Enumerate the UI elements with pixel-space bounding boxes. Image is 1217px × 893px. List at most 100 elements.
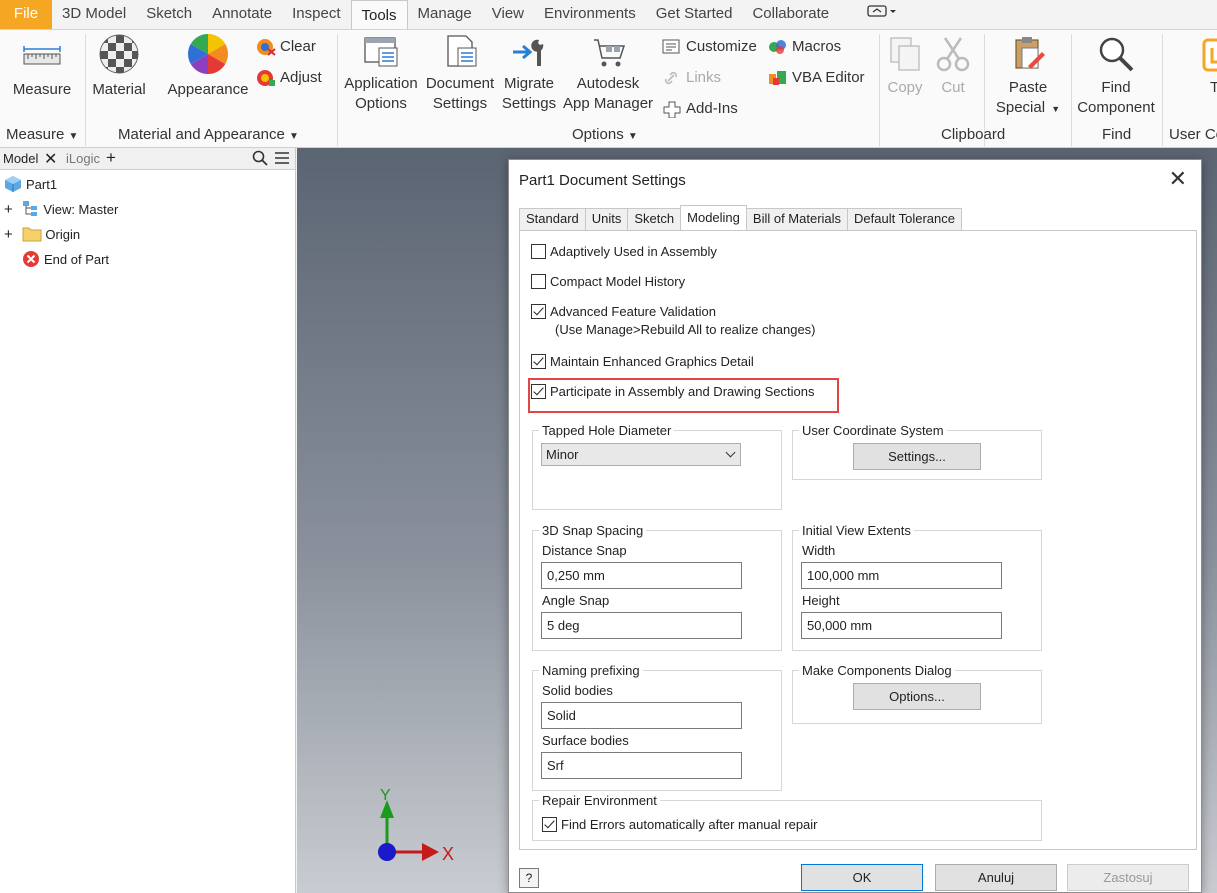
tab-3d-model[interactable]: 3D Model — [52, 0, 136, 29]
find-errors-checkbox[interactable]: Find Errors automatically after manual r… — [542, 817, 818, 832]
make-components-options-button[interactable]: Options... — [853, 683, 981, 710]
tab-default-tolerance[interactable]: Default Tolerance — [847, 208, 962, 230]
cancel-button[interactable]: Anuluj — [935, 864, 1057, 891]
menu-icon[interactable] — [274, 150, 290, 169]
add-tab-icon[interactable]: + — [106, 148, 116, 168]
cut-button[interactable]: Cut — [930, 34, 976, 98]
tab-tools[interactable]: Tools — [350, 0, 408, 29]
application-options-label-1: Application — [344, 75, 418, 92]
tab-sketch[interactable]: Sketch — [136, 0, 202, 29]
tab-environments[interactable]: Environments — [534, 0, 646, 29]
group-material-appearance[interactable]: Material and Appearance ▼ — [118, 126, 299, 143]
end-of-part-icon — [23, 251, 39, 267]
group-legend: User Coordinate System — [799, 423, 947, 438]
adaptively-used-checkbox[interactable]: Adaptively Used in Assembly — [531, 244, 717, 259]
width-input[interactable]: 100,000 mm — [801, 562, 1002, 589]
angle-snap-input[interactable]: 5 deg — [541, 612, 742, 639]
expand-icon[interactable]: + — [4, 201, 13, 218]
tab-sketch[interactable]: Sketch — [627, 208, 682, 230]
tree-item-label: View: Master — [43, 202, 119, 217]
folder-icon — [22, 227, 42, 242]
appearance-label: Appearance — [167, 81, 249, 98]
apply-button[interactable]: Zastosuj — [1067, 864, 1189, 891]
vba-editor-icon — [769, 71, 786, 86]
tab-bill-of-materials[interactable]: Bill of Materials — [745, 208, 849, 230]
tab-model[interactable]: Model — [3, 151, 38, 166]
ok-button[interactable]: OK — [801, 864, 923, 891]
macros-button[interactable]: Macros — [768, 37, 841, 57]
customize-button[interactable]: Customize — [662, 37, 757, 57]
app-manager-button[interactable]: Autodesk App Manager — [560, 34, 656, 114]
measure-icon — [23, 46, 61, 65]
tree-item-origin[interactable]: + Origin — [4, 225, 80, 245]
clear-appearance-icon — [257, 39, 276, 56]
advanced-validation-checkbox[interactable]: Advanced Feature Validation — [531, 304, 716, 319]
expand-icon[interactable]: + — [4, 226, 13, 243]
ucs-group: User Coordinate System Settings... — [792, 423, 1042, 480]
appearance-button[interactable]: Appearance — [164, 32, 252, 100]
add-ins-button[interactable]: Add-Ins — [662, 99, 738, 119]
tab-ilogic[interactable]: iLogic — [66, 151, 100, 166]
close-icon[interactable]: ✕ — [1169, 168, 1187, 190]
solid-bodies-input[interactable]: Solid — [541, 702, 742, 729]
ucs-settings-button[interactable]: Settings... — [853, 443, 981, 470]
enhanced-graphics-checkbox[interactable]: Maintain Enhanced Graphics Detail — [531, 354, 754, 369]
vba-editor-button[interactable]: VBA Editor — [768, 68, 865, 88]
tab-units[interactable]: Units — [584, 208, 629, 230]
tab-manage[interactable]: Manage — [408, 0, 482, 29]
application-options-label-2: Options — [355, 95, 407, 112]
group-measure[interactable]: Measure ▼ — [6, 126, 78, 143]
links-button[interactable]: Links — [662, 68, 721, 88]
checkbox-box[interactable] — [531, 354, 546, 369]
participate-sections-checkbox[interactable]: Participate in Assembly and Drawing Sect… — [531, 384, 814, 399]
clear-button[interactable]: Clear — [256, 37, 316, 57]
find-component-button[interactable]: Find Component — [1074, 34, 1158, 118]
tree-item-view-master[interactable]: + View: Master — [4, 200, 118, 220]
close-icon[interactable]: ✕ — [44, 149, 57, 169]
migrate-settings-button[interactable]: Migrate Settings — [498, 34, 560, 114]
adjust-button[interactable]: Adjust — [256, 68, 322, 88]
search-icon[interactable] — [252, 150, 268, 169]
checkbox-box[interactable] — [531, 244, 546, 259]
tab-collaborate[interactable]: Collaborate — [742, 0, 839, 29]
tab-standard[interactable]: Standard — [519, 208, 586, 230]
truncated-tool-button[interactable]: T — [1200, 34, 1217, 98]
checkbox-box[interactable] — [531, 384, 546, 399]
paste-special-button[interactable]: Paste Special ▼ — [990, 34, 1066, 119]
document-settings-button[interactable]: Document Settings — [424, 34, 496, 114]
group-clipboard: Clipboard — [941, 126, 1006, 143]
compact-history-checkbox[interactable]: Compact Model History — [531, 274, 685, 289]
group-options[interactable]: Options ▼ — [572, 126, 638, 143]
height-input[interactable]: 50,000 mm — [801, 612, 1002, 639]
tree-item-part1[interactable]: Part1 — [4, 175, 57, 195]
application-options-button[interactable]: Application Options — [340, 34, 422, 114]
tab-view[interactable]: View — [482, 0, 534, 29]
customize-label: Customize — [686, 38, 757, 55]
tab-annotate[interactable]: Annotate — [202, 0, 282, 29]
help-button[interactable]: ? — [519, 868, 539, 888]
checkbox-box[interactable] — [542, 817, 557, 832]
tab-modeling[interactable]: Modeling — [680, 205, 747, 229]
view-extents-group: Initial View Extents Width 100,000 mm He… — [792, 523, 1042, 651]
tab-file[interactable]: File — [0, 0, 52, 29]
material-button[interactable]: Material — [88, 32, 150, 100]
surface-bodies-input[interactable]: Srf — [541, 752, 742, 779]
advanced-validation-note: (Use Manage>Rebuild All to realize chang… — [555, 322, 816, 337]
tapped-hole-dropdown[interactable]: Minor — [541, 443, 741, 466]
measure-button[interactable]: Measure — [8, 40, 76, 100]
adjust-label: Adjust — [280, 69, 322, 86]
separator — [1162, 34, 1163, 146]
distance-snap-input[interactable]: 0,250 mm — [541, 562, 742, 589]
copy-button[interactable]: Copy — [882, 34, 928, 98]
measure-label: Measure — [12, 81, 72, 98]
axis-triad: Y X — [378, 787, 454, 864]
chevron-down-icon: ▼ — [288, 131, 299, 142]
tab-inspect[interactable]: Inspect — [282, 0, 350, 29]
tree-item-end-of-part[interactable]: End of Part — [22, 250, 109, 270]
part-cube-icon — [5, 176, 21, 192]
tab-get-started[interactable]: Get Started — [646, 0, 743, 29]
checkbox-label: Compact Model History — [550, 274, 686, 289]
ribbon-display-toggle[interactable] — [867, 0, 897, 29]
checkbox-box[interactable] — [531, 274, 546, 289]
checkbox-box[interactable] — [531, 304, 546, 319]
